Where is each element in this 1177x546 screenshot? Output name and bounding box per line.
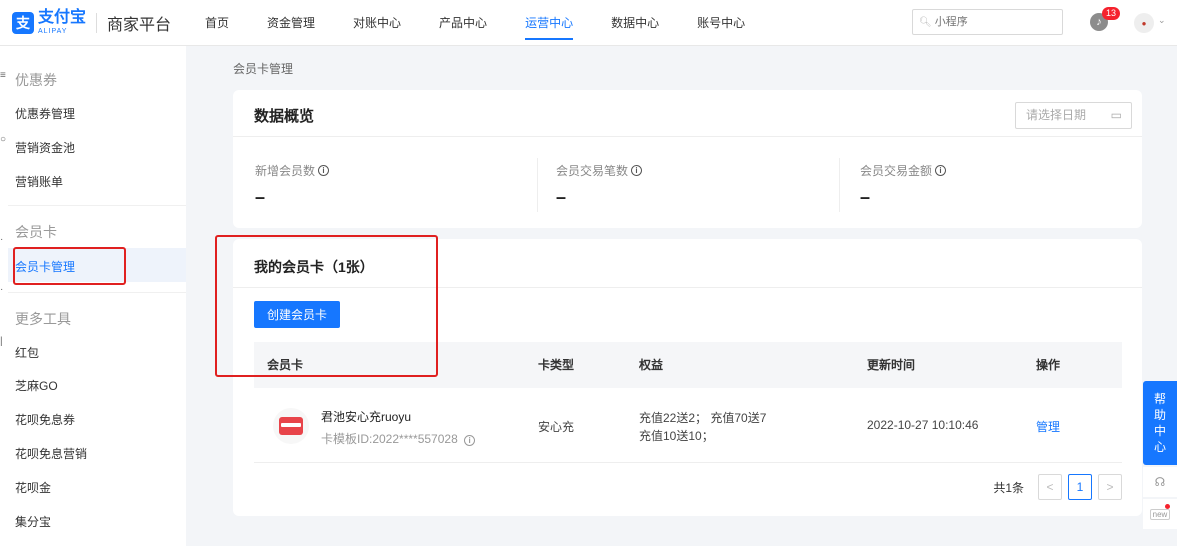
nav-edge-icon[interactable]: ○ bbox=[0, 134, 6, 145]
pagination-page-1[interactable]: 1 bbox=[1068, 474, 1092, 500]
card-template-id-text: 卡模板ID:2022****557028 bbox=[321, 432, 458, 446]
stat-label: 会员交易金额 bbox=[860, 164, 933, 178]
nav-home[interactable]: 首页 bbox=[205, 0, 229, 46]
sidebar-item-jifenbao[interactable]: 集分宝 bbox=[15, 513, 51, 530]
card-benefits-line2: 充值10送10； bbox=[639, 429, 714, 443]
date-picker[interactable]: 请选择日期 ▭ bbox=[1015, 102, 1132, 129]
stat-label: 会员交易笔数 bbox=[556, 164, 629, 178]
pagination-prev-button[interactable]: < bbox=[1038, 474, 1062, 500]
sidebar-divider bbox=[8, 292, 186, 293]
annotation-box-my-cards bbox=[215, 235, 438, 377]
alipay-logo-icon: 支 bbox=[12, 11, 34, 34]
nav-products[interactable]: 产品中心 bbox=[439, 0, 487, 46]
nav-account[interactable]: 账号中心 bbox=[697, 0, 745, 46]
sidebar-group-coupons: 优惠券 bbox=[15, 72, 57, 88]
card-template-id: 卡模板ID:2022****557028 i bbox=[321, 430, 476, 447]
sidebar-divider bbox=[8, 205, 186, 206]
alipay-logo[interactable]: 支 支付宝 ALIPAY 商家平台 bbox=[12, 10, 171, 35]
user-avatar[interactable]: ● bbox=[1134, 13, 1154, 33]
menu-icon[interactable]: ≡ bbox=[0, 70, 6, 81]
nav-funds[interactable]: 资金管理 bbox=[267, 0, 315, 46]
sidebar-item-marketing-bill[interactable]: 营销账单 bbox=[15, 173, 63, 190]
sidebar-item-zhima-go[interactable]: 芝麻GO bbox=[15, 377, 58, 394]
help-center-button[interactable]: 帮 助 中 心 bbox=[1143, 381, 1177, 465]
card-type: 安心充 bbox=[538, 420, 575, 434]
sidebar-group-member-card: 会员卡 bbox=[15, 224, 57, 240]
new-features-icon[interactable]: new bbox=[1143, 499, 1177, 529]
annotation-box-sidebar bbox=[13, 247, 126, 285]
new-tag: new bbox=[1149, 508, 1171, 520]
nav-reconciliation[interactable]: 对账中心 bbox=[353, 0, 401, 46]
search-box[interactable]: 🔍︎ bbox=[912, 9, 1063, 35]
chevron-down-icon[interactable]: ⌄ bbox=[1158, 15, 1166, 26]
card-name: 君池安心充ruoyu bbox=[321, 410, 412, 424]
stat-value: – bbox=[556, 187, 567, 207]
nav-operations[interactable]: 运营中心 bbox=[525, 0, 574, 46]
help-char: 中 bbox=[1153, 424, 1166, 438]
sidebar-item-coupon-management[interactable]: 优惠券管理 bbox=[15, 105, 75, 122]
stat-member-amount: 会员交易金额 i – bbox=[860, 162, 947, 208]
new-dot bbox=[1165, 504, 1170, 509]
column-header-updated: 更新时间 bbox=[867, 358, 916, 372]
platform-title: 商家平台 bbox=[107, 16, 172, 34]
stat-member-transactions: 会员交易笔数 i – bbox=[556, 162, 643, 208]
info-icon[interactable]: i bbox=[464, 435, 476, 446]
card-updated-time: 2022-10-27 10:10:46 bbox=[867, 418, 979, 432]
stat-value: – bbox=[255, 187, 266, 207]
sidebar-item-huabei-marketing[interactable]: 花呗免息营销 bbox=[15, 445, 87, 462]
table-row: 君池安心充ruoyu 卡模板ID:2022****557028 i 安心充 充值… bbox=[254, 388, 1122, 463]
help-char: 助 bbox=[1153, 408, 1166, 422]
data-overview-card: 数据概览 请选择日期 ▭ 新增会员数 i – 会员交易笔数 i – 会员交易金额 i … bbox=[233, 90, 1142, 228]
logo-cn-text: 支付宝 bbox=[38, 9, 87, 26]
date-picker-placeholder: 请选择日期 bbox=[1026, 108, 1087, 122]
stat-value: – bbox=[860, 187, 871, 207]
logo-en-text: ALIPAY bbox=[38, 28, 68, 35]
member-card-icon bbox=[273, 408, 309, 444]
sidebar-item-red-packet[interactable]: 红包 bbox=[15, 344, 39, 361]
logo-divider bbox=[96, 12, 98, 33]
breadcrumb: 会员卡管理 bbox=[233, 62, 294, 76]
sidebar-item-marketing-fund-pool[interactable]: 营销资金池 bbox=[15, 139, 75, 156]
pagination-next-button[interactable]: > bbox=[1098, 474, 1122, 500]
column-header-action: 操作 bbox=[1036, 358, 1061, 372]
notification-count-badge: 13 bbox=[1102, 7, 1121, 20]
info-icon[interactable]: i bbox=[935, 165, 947, 176]
column-header-type: 卡类型 bbox=[538, 358, 575, 372]
info-icon[interactable]: i bbox=[318, 165, 330, 176]
stat-separator bbox=[839, 158, 840, 212]
pagination: 共1条 < 1 > bbox=[993, 474, 1122, 500]
stat-label: 新增会员数 bbox=[255, 164, 316, 178]
nav-data[interactable]: 数据中心 bbox=[611, 0, 659, 46]
stat-new-members: 新增会员数 i – bbox=[255, 162, 330, 208]
search-input[interactable] bbox=[934, 16, 1055, 28]
info-icon[interactable]: i bbox=[631, 165, 643, 176]
nav-edge-icon[interactable]: · bbox=[0, 284, 3, 295]
nav-edge-icon[interactable]: · bbox=[0, 234, 3, 245]
overview-title: 数据概览 bbox=[254, 108, 315, 125]
collapsed-outer-nav: ≡ ○ · · | bbox=[0, 46, 8, 546]
sidebar-item-huabei-gold[interactable]: 花呗金 bbox=[15, 479, 51, 496]
card-benefits-line1: 充值22送2； 充值70送7 bbox=[639, 411, 767, 425]
sidebar-group-more-tools: 更多工具 bbox=[15, 311, 71, 327]
calendar-icon: ▭ bbox=[1110, 108, 1122, 122]
sidebar-item-huabei-coupon[interactable]: 花呗免息券 bbox=[15, 411, 75, 428]
manage-link[interactable]: 管理 bbox=[1036, 418, 1060, 435]
help-char: 心 bbox=[1153, 440, 1166, 454]
nav-edge-icon[interactable]: | bbox=[0, 336, 3, 347]
stat-separator bbox=[537, 158, 538, 212]
overview-divider bbox=[233, 136, 1142, 137]
help-char: 帮 bbox=[1153, 392, 1166, 406]
pagination-total: 共1条 bbox=[993, 480, 1024, 495]
main-nav: 首页 资金管理 对账中心 产品中心 运营中心 数据中心 账号中心 bbox=[205, 0, 783, 46]
alipay-wordmark: 支付宝 ALIPAY bbox=[38, 9, 87, 36]
customer-service-icon[interactable]: ☊ bbox=[1143, 467, 1177, 497]
search-icon: 🔍︎ bbox=[919, 16, 932, 28]
top-navigation-bar: 支 支付宝 ALIPAY 商家平台 首页 资金管理 对账中心 产品中心 运营中心… bbox=[0, 0, 1177, 46]
column-header-benefits: 权益 bbox=[639, 358, 664, 372]
